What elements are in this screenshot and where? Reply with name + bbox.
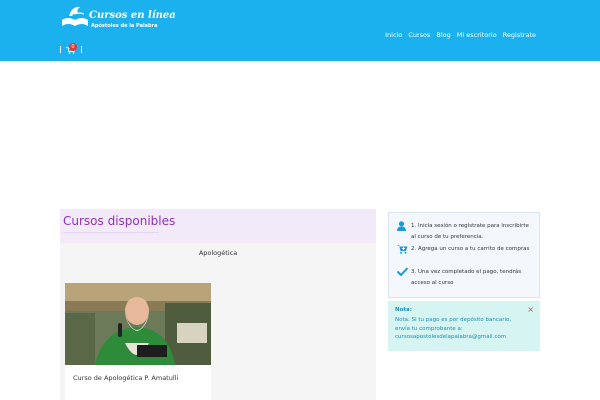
cart-count-badge: 0 [69, 43, 77, 51]
priest-photo-icon [65, 283, 211, 365]
course-name[interactable]: Curso de Apologética P. Amatulli [73, 374, 178, 382]
nav-blog[interactable]: Blog [436, 31, 450, 39]
nav-inicio[interactable]: Inicio [385, 31, 402, 39]
step-login: 1. Inicia sesión o regístrate para inscr… [397, 221, 535, 243]
step-payment-text: 3. Una vez completado el pago, tendrás a… [411, 269, 522, 286]
payment-note: Nota: × Nota: Si tu pago es por depósito… [388, 301, 540, 351]
cart-button[interactable]: 0 [60, 43, 86, 54]
step-login-text: 1. Inicia sesión o regístrate para inscr… [411, 223, 529, 240]
category-label: Apologética [198, 249, 238, 257]
note-text: Nota: Si tu pago es por depósito bancari… [395, 317, 512, 341]
dove-book-icon [62, 6, 88, 26]
cart-divider-right [81, 46, 82, 53]
note-title: Nota: [395, 307, 412, 313]
courses-header: Cursos disponibles [60, 209, 376, 243]
course-image[interactable] [65, 283, 211, 365]
page: Cursos en línea Apóstoles de la Palabra … [0, 0, 600, 400]
close-icon[interactable]: × [527, 305, 534, 314]
courses-title-underline [63, 232, 159, 233]
logo-subtitle: Apóstoles de la Palabra [91, 23, 158, 29]
step-payment: 3. Una vez completado el pago, tendrás a… [397, 267, 535, 289]
nav-mi-escritorio[interactable]: Mi escritorio [457, 31, 497, 39]
user-icon [397, 221, 406, 231]
nav-cursos[interactable]: Cursos [408, 31, 430, 39]
courses-title: Cursos disponibles [63, 214, 176, 228]
course-card[interactable]: Curso de Apologética P. Amatulli [65, 283, 211, 400]
checkmark-icon [397, 267, 408, 276]
step-cart: 2. Agrega un curso a tu carrito de compr… [397, 244, 535, 255]
cart-divider-left [60, 46, 61, 53]
cart-plus-icon [397, 245, 408, 254]
courses-list: Apologética Curso de Apologética P. Amat… [60, 243, 376, 400]
main-nav: Inicio Cursos Blog Mi escritorio Registr… [379, 31, 536, 39]
logo-title: Cursos en línea [89, 10, 176, 21]
site-header: Cursos en línea Apóstoles de la Palabra … [0, 0, 600, 61]
step-cart-text: 2. Agrega un curso a tu carrito de compr… [411, 246, 530, 252]
nav-registrate[interactable]: Registrate [503, 31, 536, 39]
steps-panel: 1. Inicia sesión o regístrate para inscr… [388, 212, 540, 298]
site-logo[interactable]: Cursos en línea Apóstoles de la Palabra [60, 4, 176, 30]
